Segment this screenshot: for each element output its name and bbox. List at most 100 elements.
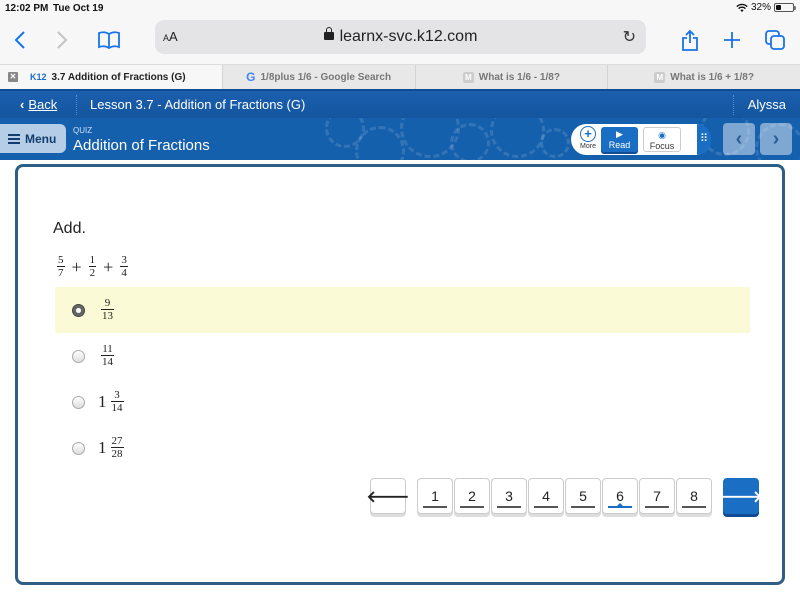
tab-strip: ✕ K12 3.7 Addition of Fractions (G) G 1/… xyxy=(0,64,800,89)
page-button-8[interactable]: 8 xyxy=(676,478,712,514)
eye-icon: ◉ xyxy=(658,130,666,140)
numerator: 27 xyxy=(111,435,123,447)
decorative-gear xyxy=(540,128,570,158)
fraction: 27 28 xyxy=(110,435,124,460)
tab-google-search[interactable]: G 1/8plus 1/6 - Google Search xyxy=(221,65,415,89)
quiz-title: Addition of Fractions xyxy=(73,137,210,154)
denominator: 14 xyxy=(101,355,114,368)
focus-button[interactable]: ◉ Focus xyxy=(643,127,681,152)
denominator: 14 xyxy=(110,401,124,414)
numerator: 3 xyxy=(114,389,120,401)
menu-button[interactable]: Menu xyxy=(0,124,66,153)
fraction: 34 xyxy=(120,255,128,279)
battery-percent: 32% xyxy=(750,2,771,13)
more-button[interactable]: + More xyxy=(576,126,600,150)
fraction: 11 14 xyxy=(101,344,114,368)
page-number: 3 xyxy=(505,488,513,504)
numerator: 11 xyxy=(102,343,113,355)
denominator: 28 xyxy=(110,447,124,460)
denominator: 7 xyxy=(57,266,65,279)
fraction: 9 13 xyxy=(101,298,114,322)
read-label: Read xyxy=(608,140,631,150)
tab-label: What is 1/6 + 1/8? xyxy=(670,71,754,83)
page-number: 7 xyxy=(653,488,661,504)
numerator: 9 xyxy=(104,297,111,309)
answer-choice-2[interactable]: 11 14 xyxy=(55,333,750,379)
answer-choice-1[interactable]: 9 13 xyxy=(55,287,750,333)
reload-icon[interactable]: ↻ xyxy=(623,27,636,47)
next-question-button[interactable]: 🡒 xyxy=(720,478,762,514)
question-pager: 🡐 1 2 3 4 5 6 7 8 🡒 xyxy=(367,478,762,518)
page-button-5[interactable]: 5 xyxy=(565,478,601,514)
arrow-left-icon: 🡐 xyxy=(366,488,410,506)
plus-operator: + xyxy=(103,256,114,277)
numerator: 3 xyxy=(121,254,127,266)
plus-operator: + xyxy=(71,256,82,277)
new-tab-icon[interactable] xyxy=(718,26,746,54)
page-button-6-current[interactable]: 6 xyxy=(602,478,638,514)
decorative-gear xyxy=(450,123,490,160)
fraction: 57 xyxy=(57,255,65,279)
denominator: 2 xyxy=(88,266,97,279)
page-number: 1 xyxy=(431,488,439,504)
tab-what-is-add[interactable]: M What is 1/6 + 1/8? xyxy=(607,65,800,89)
close-tab-icon[interactable]: ✕ xyxy=(8,72,18,82)
page-button-4[interactable]: 4 xyxy=(528,478,564,514)
page-number: 8 xyxy=(690,488,698,504)
status-right: 32% xyxy=(736,2,796,13)
google-favicon-icon: G xyxy=(246,70,256,84)
arrow-right-icon: 🡒 xyxy=(719,488,763,506)
math-expression: 57 + 12 + 34 xyxy=(54,255,131,279)
radio-button-selected[interactable] xyxy=(72,303,85,317)
decorative-gear xyxy=(490,118,545,158)
m-favicon-icon: M xyxy=(654,71,666,83)
bookmarks-icon[interactable] xyxy=(95,26,123,54)
menu-label: Menu xyxy=(25,131,57,146)
radio-button[interactable] xyxy=(72,395,85,409)
tab-label: What is 1/6 - 1/8? xyxy=(478,71,560,83)
read-button[interactable]: ▶ Read xyxy=(601,127,638,152)
k12-favicon-icon: K12 xyxy=(30,72,47,82)
back-icon[interactable] xyxy=(6,26,34,54)
lesson-bar: ‹ Back Lesson 3.7 - Addition of Fractions… xyxy=(0,89,800,118)
browser-toolbar: AA learnx-svc.k12.com ↻ xyxy=(0,18,800,64)
lesson-title: Lesson 3.7 - Addition of Fractions (G) xyxy=(90,97,306,112)
page-button-2[interactable]: 2 xyxy=(454,478,490,514)
play-icon: ▶ xyxy=(616,129,623,139)
denominator: 13 xyxy=(101,309,114,322)
tabs-icon[interactable] xyxy=(761,26,789,54)
status-date: Tue Oct 19 xyxy=(53,3,104,14)
previous-question-button[interactable]: 🡐 xyxy=(367,478,409,514)
page-button-1[interactable]: 1 xyxy=(417,478,453,514)
answer-choice-4[interactable]: 1 27 28 xyxy=(55,425,750,471)
tab-addition-of-fractions[interactable]: ✕ K12 3.7 Addition of Fractions (G) xyxy=(0,65,222,89)
url-text[interactable]: learnx-svc.k12.com xyxy=(340,28,478,45)
page-number: 2 xyxy=(468,488,476,504)
quiz-header: Menu QUIZ Addition of Fractions + More ▶… xyxy=(0,118,800,160)
page-button-3[interactable]: 3 xyxy=(491,478,527,514)
chevron-left-icon: ‹ xyxy=(20,97,25,112)
battery-icon xyxy=(774,3,796,12)
next-screen-button[interactable]: › xyxy=(760,123,792,155)
status-time: 12:02 PM xyxy=(5,3,49,14)
forward-icon[interactable] xyxy=(48,26,76,54)
address-bar[interactable]: AA learnx-svc.k12.com ↻ xyxy=(155,20,646,54)
back-label: Back xyxy=(28,97,58,112)
divider xyxy=(733,95,734,115)
page-button-7[interactable]: 7 xyxy=(639,478,675,514)
activity-kind: QUIZ xyxy=(73,126,93,135)
page-number: 4 xyxy=(542,488,550,504)
previous-screen-button[interactable]: ‹ xyxy=(723,123,755,155)
radio-button[interactable] xyxy=(72,441,85,455)
radio-button[interactable] xyxy=(72,349,85,363)
back-link[interactable]: ‹ Back xyxy=(20,97,57,112)
tools-panel: + More ▶ Read ◉ Focus ⠿ xyxy=(571,124,711,155)
lock-icon xyxy=(323,27,334,40)
user-name[interactable]: Alyssa xyxy=(748,97,786,112)
plus-icon: + xyxy=(580,126,596,142)
answer-choice-3[interactable]: 1 3 14 xyxy=(55,379,750,425)
tab-what-is-subtract[interactable]: M What is 1/6 - 1/8? xyxy=(414,65,608,89)
divider xyxy=(76,95,77,115)
m-favicon-icon: M xyxy=(462,71,474,83)
share-icon[interactable] xyxy=(676,26,704,54)
